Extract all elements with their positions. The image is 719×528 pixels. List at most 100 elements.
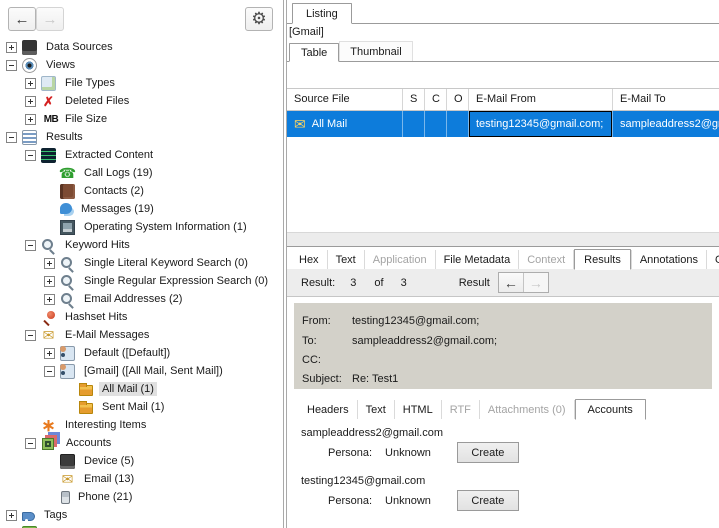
listing-tabbar: Listing	[287, 2, 719, 24]
tab-headers[interactable]: Headers	[299, 400, 358, 419]
tree-item-contacts-2[interactable]: Contacts (2)	[0, 182, 283, 200]
tab-html[interactable]: HTML	[395, 400, 442, 419]
tree-item-label: E-Mail Messages	[62, 328, 152, 342]
tree-item-hashset-hits[interactable]: Hashset Hits	[0, 308, 283, 326]
column-header-c[interactable]: C	[425, 89, 447, 110]
tab-accounts[interactable]: Accounts	[575, 399, 646, 420]
tree-item-deleted-files[interactable]: ✗ Deleted Files	[0, 92, 283, 110]
tree-item-sent-mail-1[interactable]: Sent Mail (1)	[0, 398, 283, 416]
message-summary-panel: From: testing12345@gmail.com; To: sample…	[294, 303, 712, 389]
expander-icon[interactable]	[6, 42, 17, 53]
tree-item-gmail-all-mail-sent-mail[interactable]: [Gmail] ([All Mail, Sent Mail])	[0, 362, 283, 380]
results-icon	[22, 130, 37, 145]
source-file-cell[interactable]: ✉ All Mail	[287, 111, 403, 137]
tree-item-results[interactable]: Results	[0, 128, 283, 146]
call-logs-icon: ☎	[60, 166, 75, 181]
tree-item-operating-system-information-1[interactable]: Operating System Information (1)	[0, 218, 283, 236]
column-header-email-from[interactable]: E-Mail From	[469, 89, 613, 110]
email-from-cell[interactable]: testing12345@gmail.com;	[469, 111, 613, 137]
tab-thumbnail[interactable]: Thumbnail	[339, 41, 412, 61]
tab-file-metadata[interactable]: File Metadata	[436, 250, 520, 269]
tree-item-label: Views	[43, 58, 78, 72]
tree-item-label: Tags	[41, 508, 70, 522]
persona-value: Unknown	[385, 447, 431, 459]
tree-item-messages-19[interactable]: Messages (19)	[0, 200, 283, 218]
email-account-icon	[60, 364, 75, 379]
tab-hex[interactable]: Hex	[291, 250, 328, 269]
expander-icon[interactable]	[25, 330, 36, 341]
horizontal-splitter[interactable]	[287, 232, 719, 247]
tree-item-single-literal-keyword-search-0[interactable]: Single Literal Keyword Search (0)	[0, 254, 283, 272]
tab-text[interactable]: Text	[328, 250, 365, 269]
os-info-icon	[60, 220, 75, 235]
column-header-o[interactable]: O	[447, 89, 469, 110]
expander-icon[interactable]	[25, 78, 36, 89]
expander-icon[interactable]	[6, 132, 17, 143]
email-account-icon	[60, 346, 75, 361]
tree-item-tags[interactable]: Tags	[0, 506, 283, 524]
expander-icon[interactable]	[25, 114, 36, 125]
create-persona-button[interactable]: Create	[457, 442, 519, 463]
tab-msg-text[interactable]: Text	[358, 400, 395, 419]
tab-results[interactable]: Results	[574, 249, 631, 270]
tree-item-label: Extracted Content	[62, 148, 156, 162]
forward-button[interactable]: →	[36, 7, 64, 31]
gear-icon[interactable]: ⚙	[245, 7, 273, 31]
subject-value: Re: Test1	[352, 373, 398, 385]
tree-item-device-5[interactable]: Device (5)	[0, 452, 283, 470]
expander-icon[interactable]	[44, 294, 55, 305]
next-result-button: →	[524, 273, 548, 292]
column-header-email-to[interactable]: E-Mail To	[613, 89, 719, 110]
tree-item-email-addresses-2[interactable]: Email Addresses (2)	[0, 290, 283, 308]
s-cell[interactable]	[403, 111, 425, 137]
tree-item-phone-21[interactable]: Phone (21)	[0, 488, 283, 506]
tree-item-keyword-hits[interactable]: Keyword Hits	[0, 236, 283, 254]
o-cell[interactable]	[447, 111, 469, 137]
tab-context: Context	[519, 250, 574, 269]
expander-icon[interactable]	[44, 348, 55, 359]
tree-item-label: Operating System Information (1)	[81, 220, 250, 234]
expander-icon[interactable]	[25, 96, 36, 107]
tree-item-label: Contacts (2)	[81, 184, 147, 198]
tab-table[interactable]: Table	[289, 43, 339, 62]
tab-other-occurrences[interactable]: Other Occurrences	[707, 250, 719, 269]
tree-item-default-default[interactable]: Default ([Default])	[0, 344, 283, 362]
create-persona-button[interactable]: Create	[457, 490, 519, 511]
column-header-source-file[interactable]: Source File	[287, 89, 403, 110]
tree-item-file-types[interactable]: File Types	[0, 74, 283, 92]
tree-item-file-size[interactable]: MB File Size	[0, 110, 283, 128]
tree-item-accounts[interactable]: Accounts	[0, 434, 283, 452]
folder-icon	[79, 403, 93, 414]
expander-icon[interactable]	[25, 438, 36, 449]
table-row[interactable]: ✉ All Mail testing12345@gmail.com; sampl…	[287, 111, 719, 137]
tree-item-data-sources[interactable]: Data Sources	[0, 38, 283, 56]
tree-item-reports[interactable]: Reports	[0, 524, 283, 528]
expander-icon[interactable]	[44, 258, 55, 269]
tree-item-call-logs-19[interactable]: ☎ Call Logs (19)	[0, 164, 283, 182]
expander-icon[interactable]	[25, 150, 36, 161]
tree-item-email-13[interactable]: ✉ Email (13)	[0, 470, 283, 488]
result-viewer-panel: Listing [Gmail] Table Thumbnail Source F…	[286, 0, 719, 528]
expander-icon[interactable]	[44, 276, 55, 287]
back-button[interactable]: ←	[8, 7, 36, 31]
tree-item-interesting-items[interactable]: ∗ Interesting Items	[0, 416, 283, 434]
expander-icon[interactable]	[6, 510, 17, 521]
column-header-s[interactable]: S	[403, 89, 425, 110]
message-tabbar: Headers Text HTML RTF Attachments (0) Ac…	[287, 397, 719, 420]
result-nav-label: Result	[459, 277, 490, 289]
tree-item-single-regular-expression-search-0[interactable]: Single Regular Expression Search (0)	[0, 272, 283, 290]
tree-item-label: Keyword Hits	[62, 238, 133, 252]
cc-label: CC:	[302, 354, 352, 366]
expander-icon[interactable]	[6, 60, 17, 71]
tree-item-extracted-content[interactable]: Extracted Content	[0, 146, 283, 164]
email-to-cell[interactable]: sampleaddress2@gmail.com	[613, 111, 719, 137]
c-cell[interactable]	[425, 111, 447, 137]
expander-icon[interactable]	[25, 240, 36, 251]
tree-item-e-mail-messages[interactable]: ✉ E-Mail Messages	[0, 326, 283, 344]
tab-annotations[interactable]: Annotations	[631, 250, 707, 269]
expander-icon[interactable]	[44, 366, 55, 377]
tab-listing[interactable]: Listing	[292, 3, 352, 24]
previous-result-button[interactable]: ←	[499, 273, 524, 292]
tree-item-views[interactable]: Views	[0, 56, 283, 74]
tree-item-all-mail-1[interactable]: All Mail (1)	[0, 380, 283, 398]
